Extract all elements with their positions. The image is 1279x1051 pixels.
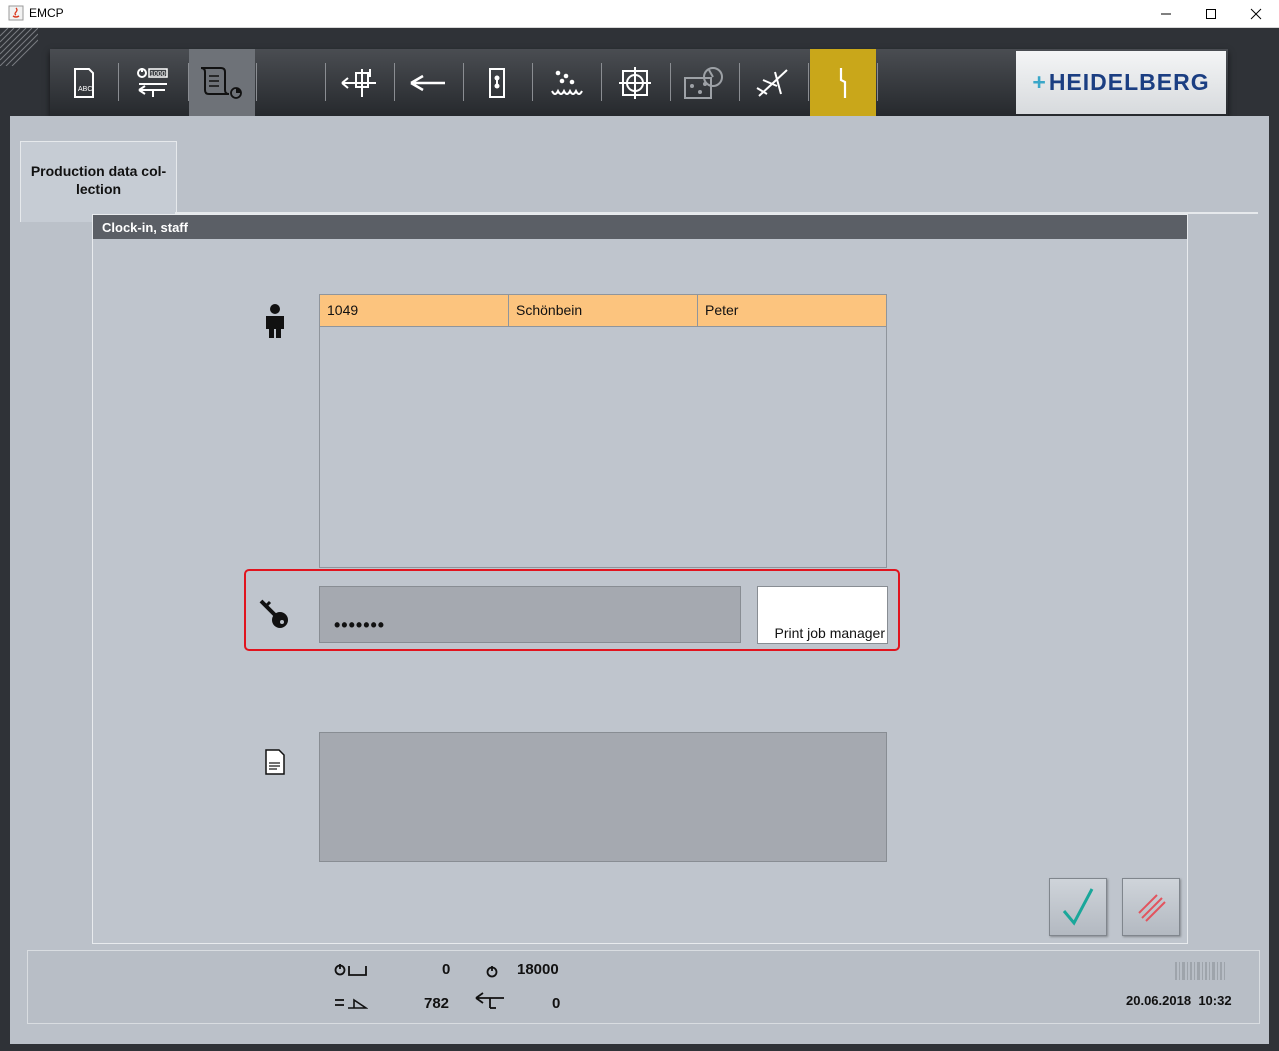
toolbar-transport-button[interactable] <box>395 49 461 116</box>
svg-text:ABC: ABC <box>78 86 92 93</box>
maximize-button[interactable] <box>1188 0 1234 27</box>
counter-c-value: 782 <box>424 995 450 1012</box>
speed-icon <box>486 966 498 978</box>
dampening-icon <box>551 70 583 95</box>
logo-plus-icon: + <box>1032 69 1047 95</box>
toolbar-production-data-button[interactable] <box>189 49 255 116</box>
production-data-icon <box>200 66 242 99</box>
counter-b-value: 18000 <box>517 961 559 978</box>
close-icon <box>1250 8 1262 19</box>
datetime: 20.06.2018 10:32 <box>1126 993 1232 1008</box>
staff-first-name-cell: Peter <box>705 302 739 318</box>
feeder-icon <box>341 68 376 97</box>
color-profile-icon <box>684 66 723 99</box>
svg-text:1000: 1000 <box>150 71 166 78</box>
window-titlebar: EMCP <box>0 0 1279 28</box>
dialog-title: Clock-in, staff <box>102 220 188 235</box>
feed-arrow-icon <box>475 992 504 1009</box>
confirm-button[interactable] <box>1049 878 1107 936</box>
tab-label: Production data col-lection <box>30 163 167 197</box>
checkmark-icon <box>1062 888 1094 926</box>
password-value: ••••••• <box>334 615 386 635</box>
minimize-icon <box>1161 13 1171 14</box>
print-job-manager-label: Print job manager <box>774 625 885 641</box>
status-bar <box>27 950 1260 1024</box>
key-icon <box>259 599 288 628</box>
toolbar-counter-button[interactable]: 1000 <box>120 49 186 116</box>
note-icon <box>265 749 285 775</box>
staff-last-name-cell: Schönbein <box>509 295 698 326</box>
status-time: 10:32 <box>1198 993 1232 1008</box>
barcode-icon <box>1175 962 1225 980</box>
password-input[interactable]: ••••••• <box>319 586 741 643</box>
toolbar-dampening-button[interactable] <box>533 49 599 116</box>
staff-id-cell: 1049 <box>320 295 509 326</box>
staff-table[interactable]: 1049 Schönbein Peter <box>319 294 887 568</box>
close-button[interactable] <box>1233 0 1279 27</box>
alert-icon <box>839 67 847 98</box>
logo-text: HEIDELBERG <box>1048 69 1210 95</box>
counter-feed-icon: 1000 <box>137 67 168 97</box>
counter-a-value: 0 <box>442 961 451 978</box>
toolbar-color-button[interactable] <box>671 49 737 116</box>
maximize-icon <box>1206 8 1216 19</box>
toolbar-register-button[interactable] <box>602 49 668 116</box>
diagnostic-icon <box>756 68 788 97</box>
main-toolbar: ABC 1000 +HEIDELBERG <box>50 49 1228 116</box>
dialog-header: Clock-in, staff <box>93 215 1187 239</box>
person-icon <box>266 304 284 338</box>
toolbar-feeder-button[interactable] <box>326 49 392 116</box>
toolbar-diagnostic-button[interactable] <box>740 49 806 116</box>
corner-hatch-decoration <box>0 28 38 66</box>
cancel-button[interactable] <box>1122 878 1180 936</box>
register-icon <box>619 66 651 99</box>
heidelberg-logo: +HEIDELBERG <box>1016 51 1226 114</box>
toolbar-printing-unit-button[interactable] <box>464 49 530 116</box>
tab-production-data-collection[interactable]: Production data col-lection <box>20 141 177 222</box>
job-data-abc-icon: ABC <box>74 67 94 98</box>
note-textarea[interactable] <box>319 732 887 862</box>
minimize-button[interactable] <box>1143 0 1189 27</box>
cancel-hatch-icon <box>1138 894 1166 922</box>
table-row[interactable]: 1049 Schönbein Peter <box>320 295 886 327</box>
toolbar-alert-button[interactable] <box>810 49 876 116</box>
transport-icon <box>410 74 445 91</box>
toolbar-job-data-button[interactable]: ABC <box>50 49 116 116</box>
counter-d-value: 0 <box>552 995 561 1012</box>
window-title: EMCP <box>29 6 64 20</box>
sheet-counter-icon <box>334 964 367 976</box>
printing-unit-icon <box>489 67 505 98</box>
print-job-manager-button[interactable]: Print job manager <box>757 586 888 644</box>
status-date: 20.06.2018 <box>1126 993 1192 1008</box>
delivery-pile-icon <box>335 998 368 1009</box>
java-app-icon <box>8 5 24 21</box>
